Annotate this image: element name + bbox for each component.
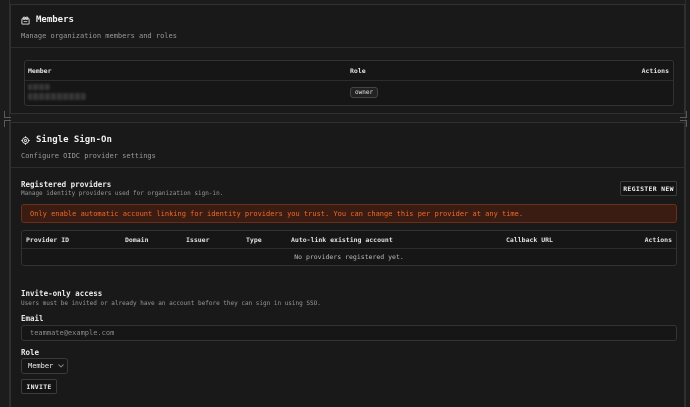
guide-line-right xyxy=(685,0,686,407)
members-icon xyxy=(21,16,30,25)
members-card: Members Manage organization members and … xyxy=(10,4,685,114)
column-header-role: Role xyxy=(350,67,366,75)
members-divider xyxy=(11,47,684,48)
column-header-type: Type xyxy=(246,236,262,244)
invite-heading: Invite-only access xyxy=(21,289,103,298)
members-subtitle: Manage organization members and roles xyxy=(21,32,177,40)
column-header-autolink: Auto-link existing account xyxy=(291,236,393,244)
sso-title: Single Sign-On xyxy=(21,135,674,145)
role-select-value: Member xyxy=(28,362,54,370)
column-header-provider-id: Provider ID xyxy=(26,236,70,244)
account-linking-alert: Only enable automatic account linking fo… xyxy=(21,204,677,223)
members-title: Members xyxy=(21,15,674,25)
table-row-divider xyxy=(22,248,676,249)
member-email-redacted xyxy=(28,93,86,100)
gear-icon xyxy=(21,135,30,145)
column-header-callback-url: Callback URL xyxy=(506,236,553,244)
email-input[interactable]: teammate@example.com xyxy=(21,325,677,341)
chevron-down-icon xyxy=(58,364,65,368)
role-badge: owner xyxy=(350,87,379,98)
sso-card: Single Sign-On Configure OIDC provider s… xyxy=(10,122,685,407)
email-label: Email xyxy=(21,314,44,323)
column-header-domain: Domain xyxy=(125,236,149,244)
members-table: Member Role Actions owner xyxy=(24,60,674,106)
column-header-issuer: Issuer xyxy=(186,236,210,244)
providers-heading: Registered providers xyxy=(21,180,112,189)
invite-hint: Users must be invited or already have an… xyxy=(21,300,321,307)
role-select[interactable]: Member xyxy=(21,358,68,374)
sso-divider xyxy=(11,167,684,168)
role-label: Role xyxy=(21,348,40,357)
column-header-actions: Actions xyxy=(641,67,669,75)
register-new-button[interactable]: REGISTER NEW xyxy=(620,181,677,196)
column-header-member: Member xyxy=(28,67,52,75)
invite-button[interactable]: INVITE xyxy=(21,379,57,394)
column-header-actions: Actions xyxy=(644,236,672,244)
providers-hint: Manage identity providers used for organ… xyxy=(21,190,224,197)
sso-subtitle: Configure OIDC provider settings xyxy=(21,152,156,160)
providers-table: Provider ID Domain Issuer Type Auto-link… xyxy=(21,230,677,266)
table-row-divider xyxy=(25,80,673,81)
providers-empty-state: No providers registered yet. xyxy=(294,253,404,261)
member-name-redacted xyxy=(28,84,50,90)
settings-page: Members Manage organization members and … xyxy=(0,0,690,407)
